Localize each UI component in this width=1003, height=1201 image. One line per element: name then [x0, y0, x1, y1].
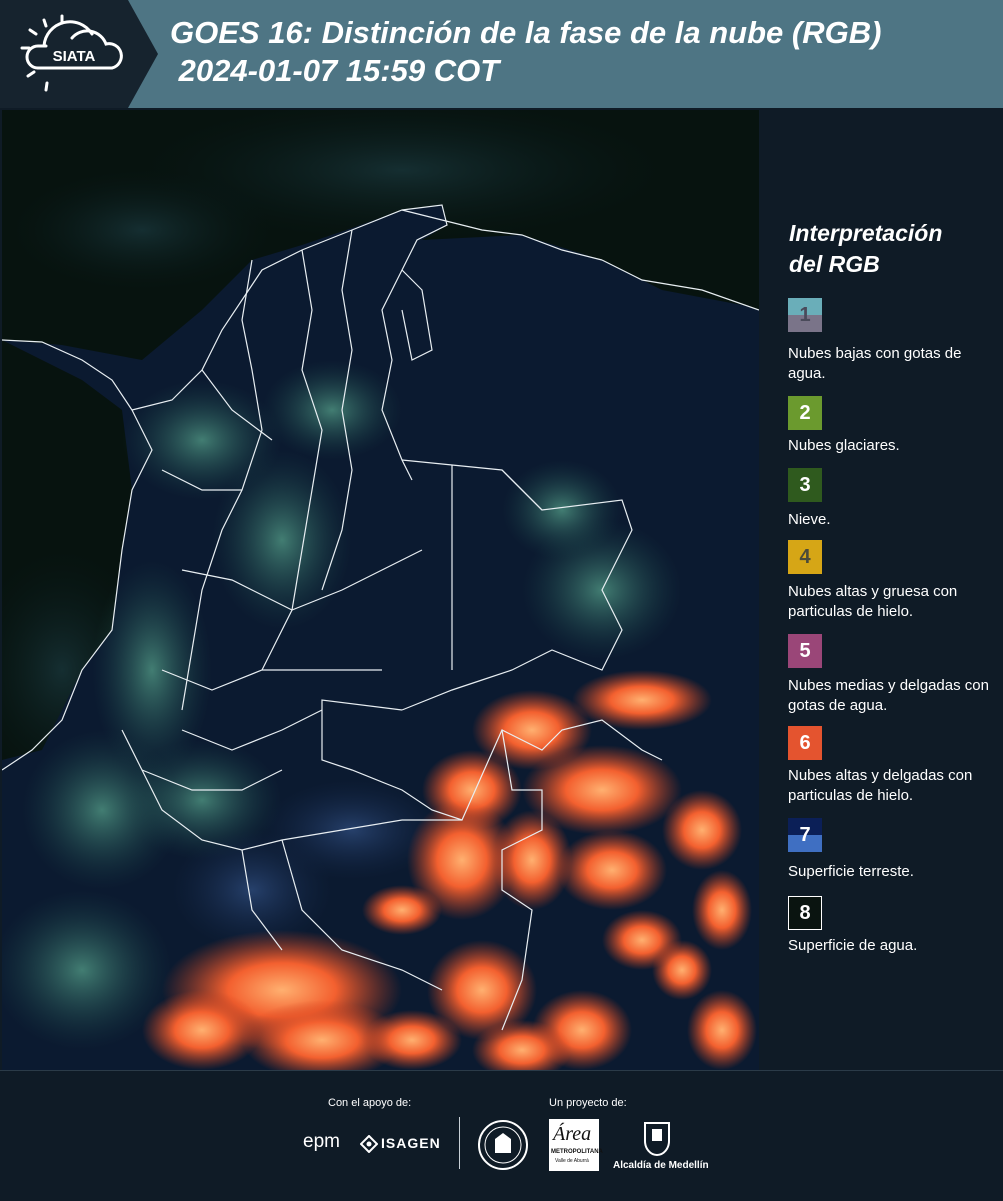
project-label: Un proyecto de:: [549, 1097, 627, 1109]
legend-swatch-6: 6: [788, 726, 822, 760]
satellite-image: [2, 110, 759, 1070]
university-seal-logo: [478, 1120, 528, 1170]
epm-logo: epm: [303, 1131, 340, 1152]
legend-panel: Interpretación del RGB 1 Nubes bajas con…: [760, 110, 1003, 1070]
alcaldia-label: Alcaldía de Medellín: [613, 1160, 709, 1171]
legend-swatch-3: 3: [788, 468, 822, 502]
legend-label-8: Superficie de agua.: [788, 937, 918, 954]
legend-label-5: Nubes medias y delgadas con gotas de agu…: [788, 677, 989, 714]
logo-text: SIATA: [53, 48, 96, 65]
area-metropolitana-logo: Área METROPOLITANA Valle de Aburrá: [549, 1119, 603, 1171]
footer-divider: [459, 1117, 460, 1169]
header-bar: SIATA GOES 16: Distinción de la fase de …: [0, 0, 1003, 108]
legend-swatch-4: 4: [788, 540, 822, 574]
legend-swatch-7: 7: [788, 818, 822, 852]
legend-label-3: Nieve.: [788, 511, 831, 528]
page-title: GOES 16: Distinción de la fase de la nub…: [170, 15, 882, 88]
legend-label-6: Nubes altas y delgadas con particulas de…: [788, 767, 973, 804]
legend-swatch-8: 8: [788, 896, 822, 930]
legend-title: Interpretación del RGB: [789, 220, 943, 277]
legend-label-2: Nubes glaciares.: [788, 437, 900, 454]
alcaldia-shield-logo: [644, 1122, 670, 1156]
legend-swatch-2: 2: [788, 396, 822, 430]
legend-label-7: Superficie terreste.: [788, 863, 914, 880]
footer: Con el apoyo de: Un proyecto de: epm ISA…: [0, 1070, 1003, 1201]
legend-label-1: Nubes bajas con gotas de agua.: [788, 345, 962, 382]
siata-logo: SIATA: [0, 0, 158, 108]
support-label: Con el apoyo de:: [328, 1097, 412, 1109]
satellite-map: [2, 110, 759, 1070]
legend-label-4: Nubes altas y gruesa con particulas de h…: [788, 583, 958, 620]
legend-swatch-1: 1: [788, 298, 822, 332]
legend-swatch-5: 5: [788, 634, 822, 668]
isagen-icon: [360, 1135, 378, 1153]
